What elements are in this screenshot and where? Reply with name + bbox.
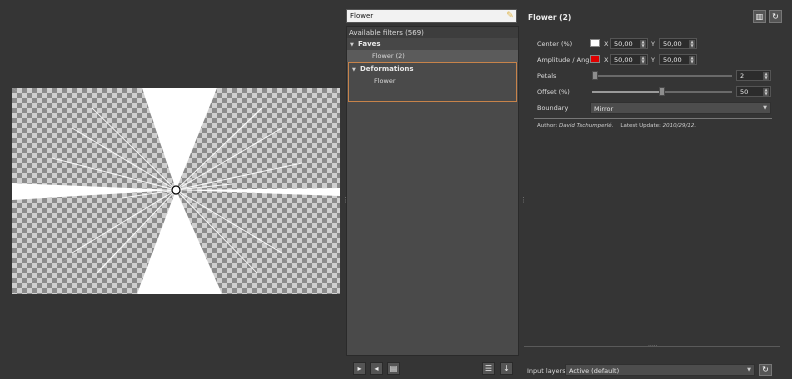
- add-fave-icon[interactable]: ▸: [353, 362, 366, 375]
- params-pane: Flower (2) ▥ ↻ Center (%) X 50,00 ▲ ▼ Y 50…: [524, 0, 792, 379]
- filter-item-flower-2[interactable]: Flower (2): [347, 50, 518, 62]
- chevron-down-icon: ▼: [763, 105, 767, 111]
- filter-pane: ✎ Available filters (569) ▼Faves Flower …: [346, 0, 519, 379]
- preview-pane: ⋮: [0, 0, 349, 379]
- param-label: Center (%): [537, 40, 573, 48]
- spin-arrows-icon[interactable]: ▲ ▼: [763, 88, 769, 96]
- search-input[interactable]: [346, 9, 517, 23]
- param-petals: Petals 2 ▲ ▼: [537, 70, 777, 82]
- refresh-icon[interactable]: ↻: [759, 364, 772, 376]
- preview-image: [12, 88, 340, 294]
- select-value: Active (default): [569, 367, 620, 375]
- divider: [534, 118, 772, 119]
- param-boundary: Boundary Mirror ▼: [537, 102, 777, 114]
- center-color-swatch[interactable]: [590, 39, 600, 47]
- author-info: Author: David Tschumperlé. Latest Update…: [537, 123, 696, 129]
- param-amplitude: Amplitude / Angle X 50,00 ▲ ▼ Y 50,00 ▲ ▼: [537, 54, 777, 66]
- boundary-select[interactable]: Mirror ▼: [590, 102, 771, 114]
- petals-slider-handle[interactable]: [592, 71, 598, 80]
- update-prefix: Latest Update:: [620, 123, 661, 129]
- spin-value: 2: [740, 72, 745, 80]
- filter-toolbar: ▸ ◂ ▤ ☰ ↓: [346, 360, 519, 377]
- list-view-icon[interactable]: ☰: [482, 362, 495, 375]
- folder-deformations[interactable]: ▼ Deformations: [349, 63, 516, 75]
- spin-arrows-icon[interactable]: ▲ ▼: [640, 56, 646, 64]
- author-prefix: Author:: [537, 123, 558, 129]
- axis-label: Y: [651, 40, 655, 48]
- update-date: 2010/29/12.: [662, 123, 697, 129]
- param-label: Boundary: [537, 104, 569, 112]
- param-label: Amplitude / Angle: [537, 56, 596, 64]
- petals-slider-track[interactable]: [592, 75, 732, 77]
- center-handle[interactable]: [171, 185, 181, 195]
- rename-fave-icon[interactable]: ▤: [387, 362, 400, 375]
- axis-label: X: [604, 56, 609, 64]
- center-y-spinbox[interactable]: 50,00 ▲ ▼: [659, 38, 697, 49]
- spin-value: 50,00: [614, 56, 633, 64]
- broom-icon[interactable]: ✎: [504, 10, 516, 22]
- spin-value: 50,00: [663, 56, 682, 64]
- expanded-triangle-icon[interactable]: ▼: [350, 42, 358, 48]
- petals-spinbox[interactable]: 2 ▲ ▼: [736, 70, 771, 81]
- param-offset: Offset (%) 50 ▲ ▼: [537, 86, 777, 98]
- filter-item-flower[interactable]: Flower: [349, 75, 516, 101]
- offset-slider-fill: [592, 91, 662, 93]
- offset-slider-handle[interactable]: [659, 87, 665, 96]
- folder-faves[interactable]: ▼ Faves: [347, 38, 518, 50]
- axis-label: X: [604, 40, 609, 48]
- param-center: Center (%) X 50,00 ▲ ▼ Y 50,00 ▲ ▼: [537, 38, 777, 50]
- reset-icon[interactable]: ↻: [769, 10, 782, 23]
- author-name: David Tschumperlé.: [559, 123, 614, 129]
- param-label: Petals: [537, 72, 557, 80]
- input-layers-row: Input layers Active (default) ▼ ↻: [527, 364, 789, 376]
- param-label: Offset (%): [537, 88, 570, 96]
- spin-value: 50,00: [614, 40, 633, 48]
- amplitude-x-spinbox[interactable]: 50,00 ▲ ▼: [610, 54, 648, 65]
- chevron-down-icon: ▼: [747, 367, 751, 373]
- remove-fave-icon[interactable]: ◂: [370, 362, 383, 375]
- preview-canvas[interactable]: [12, 88, 340, 294]
- splitter-handle-3[interactable]: ·····: [648, 344, 658, 350]
- select-value: Mirror: [594, 105, 614, 113]
- input-layers-label: Input layers: [527, 367, 566, 375]
- spin-arrows-icon[interactable]: ▲ ▼: [763, 72, 769, 80]
- filter-tree: Available filters (569) ▼ Faves Flower (2…: [346, 26, 519, 356]
- filter-title: Flower (2): [528, 13, 572, 22]
- axis-label: Y: [651, 56, 655, 64]
- spin-value: 50: [740, 88, 749, 96]
- preview-toggle-icon[interactable]: ▥: [753, 10, 766, 23]
- spin-arrows-icon[interactable]: ▲ ▼: [640, 40, 646, 48]
- amplitude-y-spinbox[interactable]: 50,00 ▲ ▼: [659, 54, 697, 65]
- download-icon[interactable]: ↓: [500, 362, 513, 375]
- center-x-spinbox[interactable]: 50,00 ▲ ▼: [610, 38, 648, 49]
- spin-value: 50,00: [663, 40, 682, 48]
- amplitude-color-swatch[interactable]: [590, 55, 600, 63]
- filter-count-header: Available filters (569): [347, 27, 518, 38]
- input-layers-select[interactable]: Active (default) ▼: [565, 364, 755, 376]
- offset-spinbox[interactable]: 50 ▲ ▼: [736, 86, 771, 97]
- spin-arrows-icon[interactable]: ▲ ▼: [689, 56, 695, 64]
- folder-deformations-group: ▼ Deformations Flower: [348, 62, 517, 102]
- spin-arrows-icon[interactable]: ▲ ▼: [689, 40, 695, 48]
- expanded-triangle-icon[interactable]: ▼: [352, 67, 360, 73]
